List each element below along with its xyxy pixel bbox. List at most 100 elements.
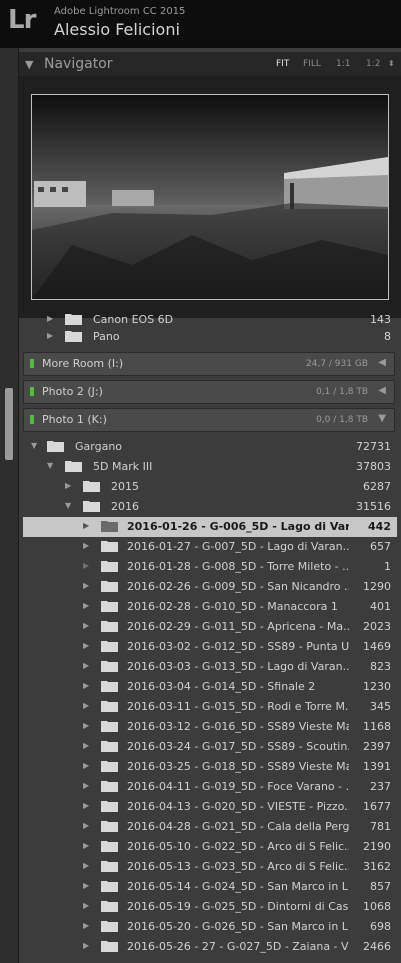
expand-triangle-icon[interactable]: ▶ — [83, 581, 89, 590]
subfolder-name: 2016-02-29 - G-011_5D - Apricena - Ma... — [127, 620, 349, 633]
scrollbar-thumb[interactable] — [5, 388, 13, 460]
folder-icon — [101, 801, 118, 812]
expand-triangle-icon[interactable]: ▶ — [65, 481, 71, 490]
volume-photo-2[interactable]: Photo 2 (J:) 0,1 / 1,8 TB ◀ — [23, 380, 395, 404]
subfolder-count: 1 — [384, 560, 391, 573]
zoom-fit-button[interactable]: FIT — [276, 59, 289, 69]
collapse-triangle-icon[interactable]: ▼ — [31, 441, 37, 450]
collapse-triangle-icon[interactable]: ▼ — [47, 461, 53, 470]
navigator-preview-photo[interactable] — [31, 94, 389, 300]
expand-triangle-icon[interactable]: ▶ — [83, 921, 89, 930]
subfolder-row[interactable]: ▶ 2016-05-20 - G-026_5D - San Marco in L.… — [23, 917, 397, 937]
subfolder-name: 2016-05-13 - G-023_5D - Arco di S Felic.… — [127, 860, 349, 873]
subfolder-row[interactable]: ▶ 2016-04-13 - G-020_5D - VIESTE - Pizzo.… — [23, 797, 397, 817]
folder-icon — [101, 941, 118, 952]
subfolder-row[interactable]: ▶ 2016-02-26 - G-009_5D - San Nicandro ..… — [23, 577, 397, 597]
subfolder-row[interactable]: ▶ 2016-03-24 - G-017_5D - SS89 - Scoutin.… — [23, 737, 397, 757]
subfolder-row[interactable]: ▶ 2016-04-11 - G-019_5D - Foce Varano - .… — [23, 777, 397, 797]
subfolder-row[interactable]: ▶ 2016-02-29 - G-011_5D - Apricena - Ma..… — [23, 617, 397, 637]
folder-icon — [101, 561, 118, 572]
subfolder-row[interactable]: ▶ 2016-05-26 - 27 - G-027_5D - Zaiana - V… — [23, 937, 397, 957]
expand-triangle-icon[interactable]: ▶ — [83, 861, 89, 870]
expand-triangle-icon[interactable]: ▶ — [83, 761, 89, 770]
subfolder-count: 442 — [368, 520, 391, 533]
subfolder-name: 2016-05-19 - G-025_5D - Dintorni di Cas.… — [127, 900, 349, 913]
volume-photo-1[interactable]: Photo 1 (K:) 0,0 / 1,8 TB ▼ — [23, 408, 395, 432]
expand-triangle-icon[interactable]: ▶ — [83, 641, 89, 650]
subfolder-row[interactable]: ▶ 2016-05-14 - G-024_5D - San Marco in L.… — [23, 877, 397, 897]
expand-triangle-icon[interactable]: ▶ — [83, 801, 89, 810]
subfolder-row[interactable]: ▶ 2016-05-13 - G-023_5D - Arco di S Felic… — [23, 857, 397, 877]
subfolder-count: 3162 — [363, 860, 391, 873]
expand-triangle-icon[interactable]: ▶ — [83, 781, 89, 790]
expand-triangle-icon[interactable]: ▶ — [83, 561, 89, 570]
subfolder-name: 2016-03-03 - G-013_5D - Lago di Varan... — [127, 660, 349, 673]
subfolder-row[interactable]: ▶ 2016-01-27 - G-007_5D - Lago di Varan..… — [23, 537, 397, 557]
subfolder-count: 2466 — [363, 940, 391, 953]
volume-more-room[interactable]: More Room (I:) 24,7 / 931 GB ◀ — [23, 352, 395, 376]
subfolder-row[interactable]: ▶ 2016-01-26 - G-006_5D - Lago di Varan..… — [23, 517, 397, 537]
collapse-triangle-icon[interactable]: ▼ — [65, 501, 71, 510]
folder-icon — [101, 661, 118, 672]
folder-row-gargano[interactable]: ▼ Gargano 72731 — [23, 437, 397, 457]
subfolder-row[interactable]: ▶ 2016-01-28 - G-008_5D - Torre Mileto - … — [23, 557, 397, 577]
navigator-header[interactable]: ▼ Navigator FIT FILL 1:1 1:2 ⬍ — [19, 52, 401, 76]
expand-triangle-icon[interactable]: ▶ — [83, 541, 89, 550]
subfolder-row[interactable]: ▶ 2016-03-04 - G-014_5D - Sfinale 2 1230 — [23, 677, 397, 697]
subfolder-name: 2016-03-02 - G-012_5D - SS89 - Punta U..… — [127, 640, 349, 653]
expand-triangle-icon[interactable]: ▶ — [83, 941, 89, 950]
folder-row-2015[interactable]: ▶ 2015 6287 — [23, 477, 397, 497]
expand-triangle-icon[interactable]: ▶ — [83, 821, 89, 830]
subfolder-row[interactable]: ▶ 2016-05-19 - G-025_5D - Dintorni di Cas… — [23, 897, 397, 917]
expand-triangle-icon[interactable]: ▶ — [47, 314, 53, 323]
volume-arrow-icon[interactable]: ◀ — [378, 357, 386, 368]
folder-icon — [47, 441, 64, 452]
zoom-menu-arrow-icon[interactable]: ⬍ — [388, 59, 395, 68]
subfolder-row[interactable]: ▶ 2016-03-12 - G-016_5D - SS89 Vieste Ma.… — [23, 717, 397, 737]
expand-triangle-icon[interactable]: ▶ — [83, 621, 89, 630]
folder-icon — [101, 601, 118, 612]
subfolder-row[interactable]: ▶ 2016-03-11 - G-015_5D - Rodi e Torre M.… — [23, 697, 397, 717]
folder-row-5d-mark-iii[interactable]: ▼ 5D Mark III 37803 — [23, 457, 397, 477]
expand-triangle-icon[interactable]: ▶ — [83, 901, 89, 910]
expand-triangle-icon[interactable]: ▶ — [83, 881, 89, 890]
volume-arrow-icon[interactable]: ▼ — [378, 413, 386, 424]
subfolder-row[interactable]: ▶ 2016-05-10 - G-022_5D - Arco di S Felic… — [23, 837, 397, 857]
subfolder-row[interactable]: ▶ 2016-02-28 - G-010_5D - Manaccora 1 401 — [23, 597, 397, 617]
folder-icon — [101, 881, 118, 892]
subfolder-name: 2016-03-04 - G-014_5D - Sfinale 2 — [127, 680, 316, 693]
folder-count: 31516 — [356, 500, 391, 513]
expand-triangle-icon[interactable]: ▶ — [83, 681, 89, 690]
folder-icon — [101, 861, 118, 872]
subfolder-row[interactable]: ▶ 2016-03-03 - G-013_5D - Lago di Varan..… — [23, 657, 397, 677]
subfolder-name: 2016-05-20 - G-026_5D - San Marco in L..… — [127, 920, 349, 933]
collapse-triangle-icon[interactable]: ▼ — [25, 58, 33, 71]
zoom-fill-button[interactable]: FILL — [303, 59, 321, 69]
subfolder-name: 2016-04-11 - G-019_5D - Foce Varano - ..… — [127, 780, 349, 793]
subfolder-name: 2016-03-24 - G-017_5D - SS89 - Scoutin..… — [127, 740, 349, 753]
subfolder-row[interactable]: ▶ 2016-04-28 - G-021_5D - Cala della Perg… — [23, 817, 397, 837]
expand-triangle-icon[interactable]: ▶ — [83, 741, 89, 750]
zoom-1-1-button[interactable]: 1:1 — [336, 59, 350, 69]
volume-arrow-icon[interactable]: ◀ — [378, 385, 386, 396]
folder-count: 72731 — [356, 440, 391, 453]
left-panel-scrollbar[interactable] — [0, 48, 19, 963]
subfolder-count: 2023 — [363, 620, 391, 633]
expand-triangle-icon[interactable]: ▶ — [83, 701, 89, 710]
expand-triangle-icon[interactable]: ▶ — [83, 721, 89, 730]
folder-row-2016[interactable]: ▼ 2016 31516 — [23, 497, 397, 517]
zoom-1-2-button[interactable]: 1:2 — [366, 59, 380, 69]
subfolder-count: 1677 — [363, 800, 391, 813]
subfolder-row[interactable]: ▶ 2016-03-02 - G-012_5D - SS89 - Punta U.… — [23, 637, 397, 657]
folder-icon — [65, 314, 82, 325]
subfolder-name: 2016-03-12 - G-016_5D - SS89 Vieste Ma..… — [127, 720, 349, 733]
expand-triangle-icon[interactable]: ▶ — [83, 601, 89, 610]
expand-triangle-icon[interactable]: ▶ — [83, 661, 89, 670]
folder-row[interactable]: ▶ Pano 8 — [23, 327, 397, 347]
app-name: Adobe Lightroom CC 2015 — [54, 6, 186, 17]
expand-triangle-icon[interactable]: ▶ — [47, 331, 53, 340]
subfolder-row[interactable]: ▶ 2016-03-25 - G-018_5D - SS89 Vieste Ma.… — [23, 757, 397, 777]
folders-tree: ▶ Canon EOS 6D 143 ▶ Pano 8 More Room (I… — [23, 310, 399, 963]
expand-triangle-icon[interactable]: ▶ — [83, 521, 89, 530]
expand-triangle-icon[interactable]: ▶ — [83, 841, 89, 850]
